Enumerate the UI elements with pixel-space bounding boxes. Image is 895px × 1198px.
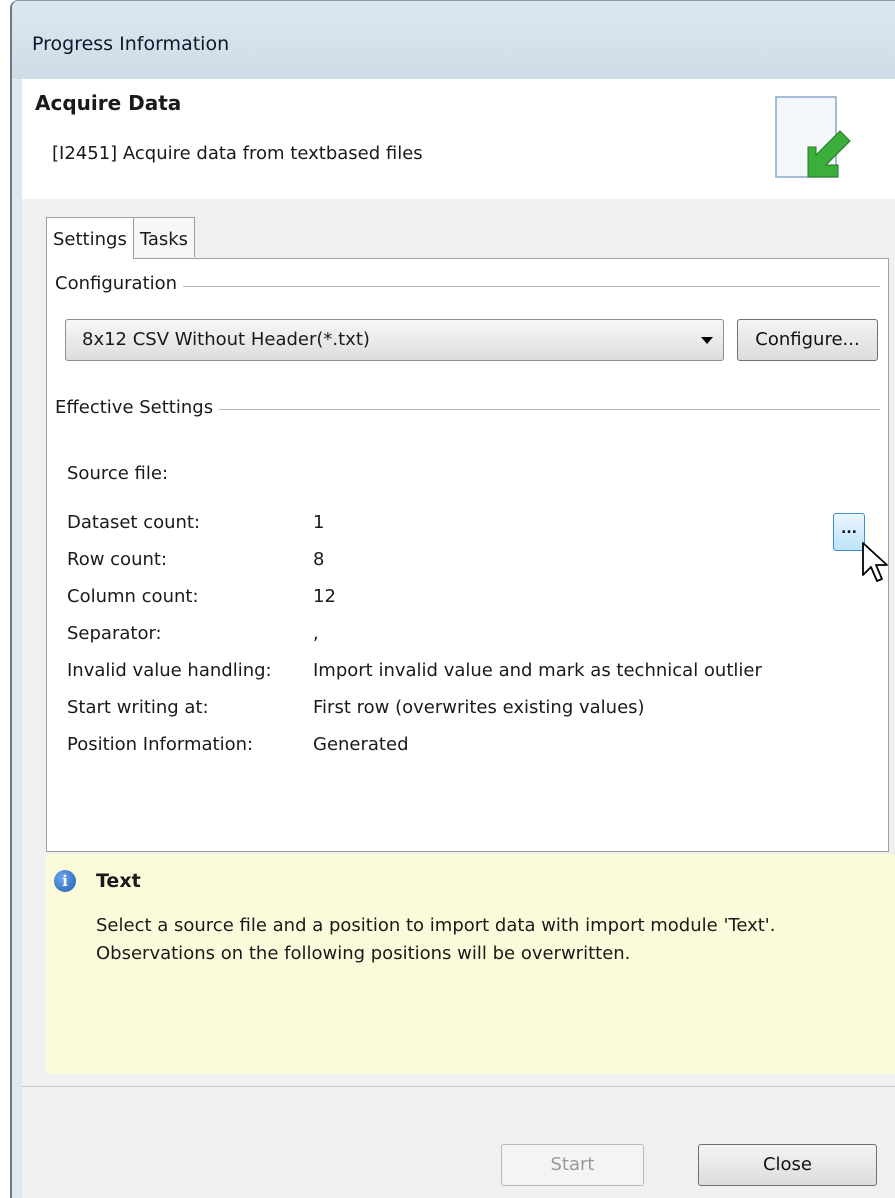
dataset-count-label: Dataset count: — [67, 512, 201, 533]
source-file-label: Source file: — [67, 463, 169, 484]
header-subtitle: [I2451] Acquire data from textbased file… — [52, 143, 423, 164]
column-count-label: Column count: — [67, 586, 199, 607]
column-count-value: 12 — [313, 586, 336, 607]
effective-settings-group-title: Effective Settings — [55, 397, 220, 418]
configuration-dropdown[interactable]: 8x12 CSV Without Header(*.txt) — [65, 319, 724, 361]
tab-tasks[interactable]: Tasks — [132, 217, 196, 257]
start-writing-at-label: Start writing at: — [67, 697, 209, 718]
info-icon: i — [54, 870, 76, 892]
separator-label: Separator: — [67, 623, 162, 644]
configuration-group-title: Configuration — [55, 273, 184, 294]
position-information-value: Generated — [313, 734, 409, 755]
dialog-header: Acquire Data [I2451] Acquire data from t… — [22, 79, 895, 200]
settings-panel: Configuration 8x12 CSV Without Header(*.… — [46, 258, 889, 852]
tab-settings[interactable]: Settings — [46, 217, 134, 259]
title-bar[interactable]: Progress Information — [12, 1, 895, 79]
configuration-selected: 8x12 CSV Without Header(*.txt) — [82, 329, 370, 350]
close-button[interactable]: Close — [698, 1144, 877, 1186]
chevron-down-icon — [701, 337, 713, 344]
tab-bar: Settings Tasks — [46, 217, 196, 259]
invalid-value-handling-label: Invalid value handling: — [67, 660, 272, 681]
footer-divider — [22, 1086, 895, 1087]
progress-dialog: Progress Information Acquire Data [I2451… — [10, 0, 895, 1198]
header-title: Acquire Data — [35, 91, 182, 115]
mouse-cursor-icon — [862, 542, 888, 582]
position-information-label: Position Information: — [67, 734, 254, 755]
row-count-label: Row count: — [67, 549, 168, 570]
row-count-value: 8 — [313, 549, 325, 570]
window-title: Progress Information — [32, 33, 230, 55]
separator-value: , — [313, 623, 319, 644]
info-panel: i Text Select a source file and a positi… — [46, 854, 895, 1074]
import-document-icon — [775, 96, 851, 178]
info-text: Select a source file and a position to i… — [96, 915, 776, 964]
invalid-value-handling-value: Import invalid value and mark as technic… — [313, 660, 762, 681]
info-title: Text — [96, 870, 141, 892]
dialog-content: Settings Tasks Configuration 8x12 CSV Wi… — [22, 199, 895, 1198]
start-writing-at-value: First row (overwrites existing values) — [313, 697, 645, 718]
dataset-count-value: 1 — [313, 512, 325, 533]
start-button[interactable]: Start — [501, 1144, 644, 1186]
configure-button[interactable]: Configure... — [737, 319, 878, 361]
